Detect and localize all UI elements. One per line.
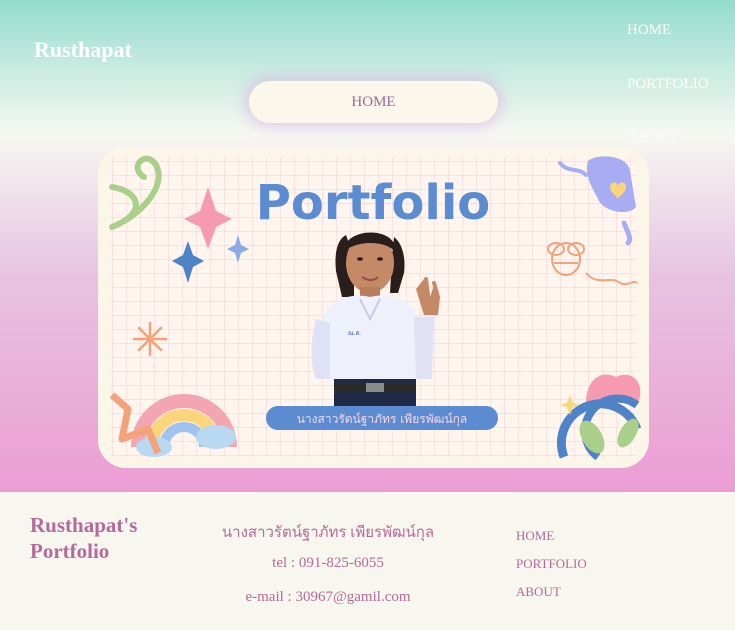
banner-name: นางสาวรัตน์ฐาภัทร เพียรพัฒน์กุล — [297, 412, 468, 427]
nav-about-link[interactable]: ABOUT — [627, 130, 679, 147]
site-brand[interactable]: Rusthapat — [34, 37, 132, 63]
footer-contact: นางสาวรัตน์ฐาภัทร เพียรพัฒน์กุล tel : 09… — [198, 520, 458, 624]
banner-title: Portfolio — [256, 175, 491, 231]
portfolio-banner-graphic: Portfolio ณ.ส. นางสาวรัตน์ฐาภัทร เพียรพั… — [109, 155, 642, 461]
footer-nav-about-link[interactable]: ABOUT — [516, 584, 587, 612]
home-pill-button[interactable]: HOME — [249, 81, 498, 123]
footer-nav: HOME PORTFOLIO ABOUT — [516, 528, 587, 612]
footer-tel: tel : 091-825-6055 — [272, 554, 384, 571]
orange-burst-icon — [132, 321, 168, 357]
nav-home-link[interactable]: HOME — [627, 22, 671, 39]
footer-nav-home-link[interactable]: HOME — [516, 528, 587, 556]
hero-section: Rusthapat HOME PORTFOLIO ABOUT HOME Port… — [0, 0, 735, 492]
footer-nav-portfolio-link[interactable]: PORTFOLIO — [516, 556, 587, 584]
site-footer: Rusthapat's Portfolio นางสาวรัตน์ฐาภัทร … — [0, 492, 735, 630]
footer-email: e-mail : 30967@gamil.com — [245, 589, 411, 605]
shirt-tag: ณ.ส. — [348, 330, 361, 337]
portfolio-banner-card: Portfolio ณ.ส. นางสาวรัตน์ฐาภัทร เพียรพั… — [98, 147, 649, 468]
footer-brand: Rusthapat's Portfolio — [30, 513, 138, 563]
footer-name: นางสาวรัตน์ฐาภัทร เพียรพัฒน์กุล — [221, 525, 435, 541]
nav-portfolio-link[interactable]: PORTFOLIO — [627, 76, 709, 93]
